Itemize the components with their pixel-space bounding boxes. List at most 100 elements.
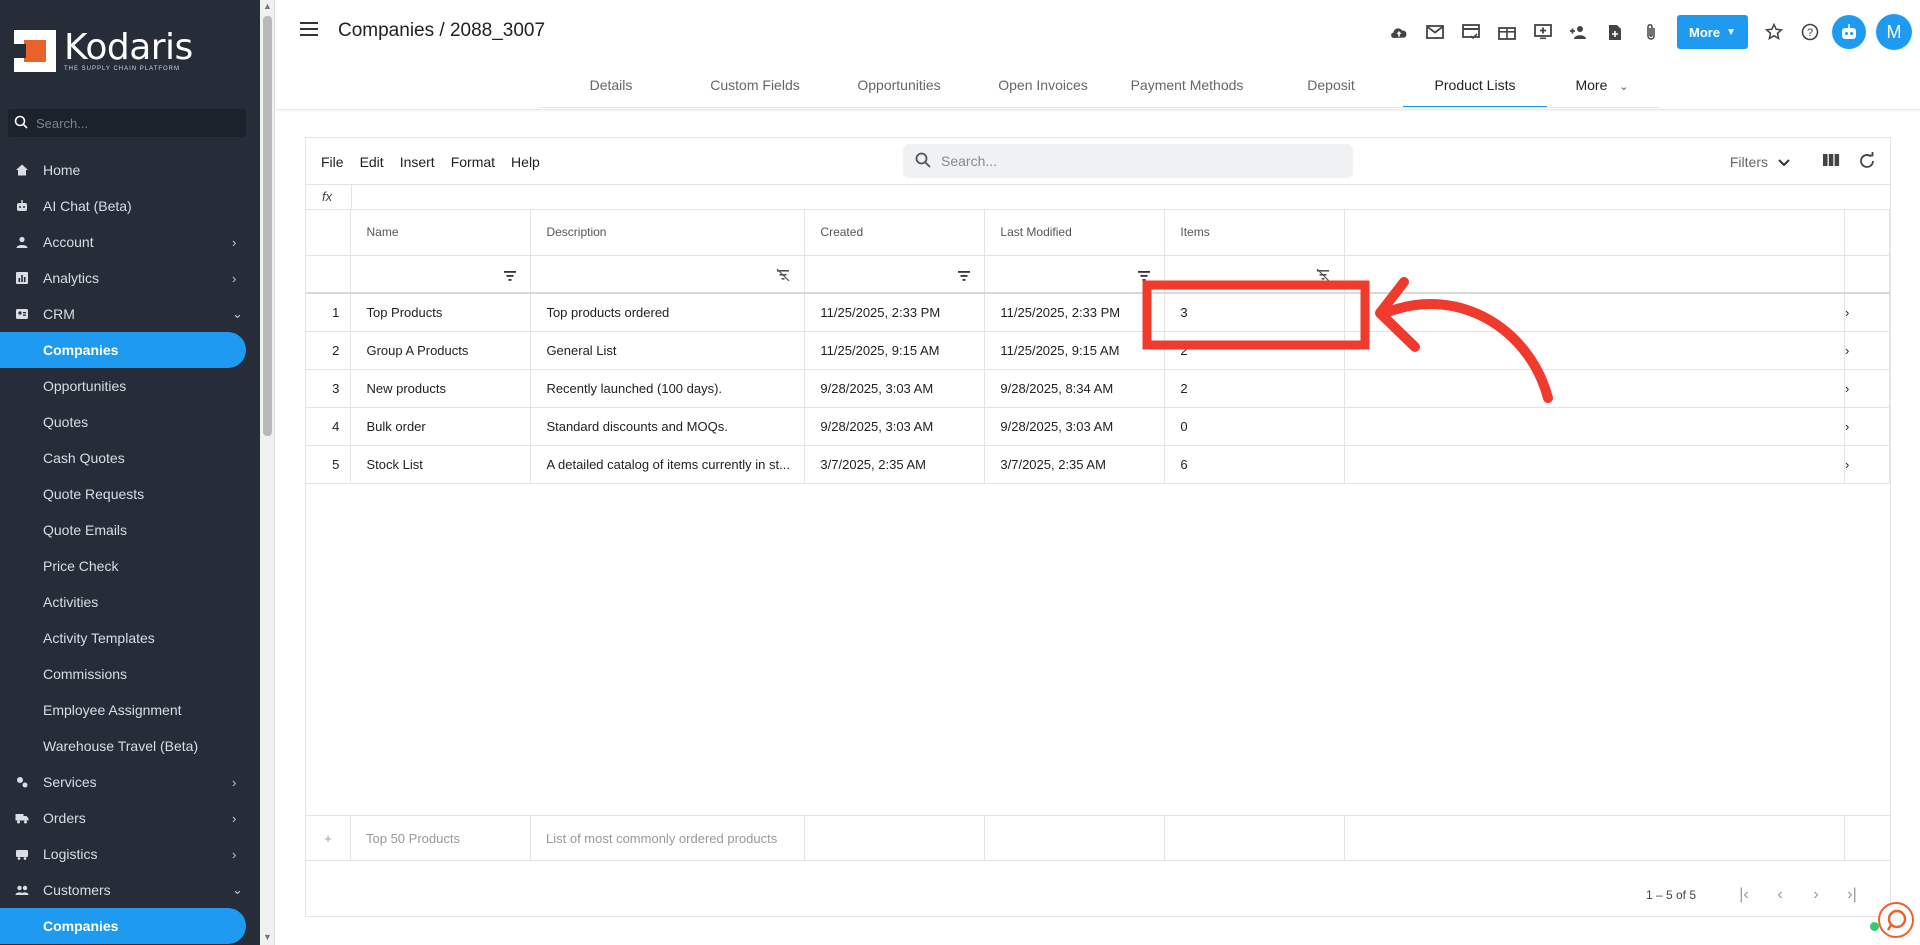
sidebar-item-customers-companies[interactable]: Companies	[0, 908, 246, 944]
table-row[interactable]: 1 Top Products Top products ordered 11/2…	[306, 293, 1891, 332]
filter-icon[interactable]	[504, 268, 517, 284]
payment-card-icon[interactable]	[1453, 14, 1489, 50]
tab-custom-fields[interactable]: Custom Fields	[683, 66, 827, 108]
cell-description[interactable]: Standard discounts and MOQs.	[530, 407, 806, 446]
previous-page-icon[interactable]: ‹	[1762, 886, 1798, 904]
first-page-icon[interactable]: |‹	[1726, 886, 1762, 904]
cell-description[interactable]: Recently launched (100 days).	[530, 369, 806, 408]
filter-icon[interactable]	[1138, 268, 1151, 284]
open-row-chevron-icon[interactable]: ›	[1844, 445, 1891, 484]
cell-items[interactable]: 2	[1164, 331, 1346, 370]
sidebar-item-quotes[interactable]: Quotes	[0, 404, 260, 440]
last-modified-filter[interactable]	[984, 255, 1166, 294]
new-row-items-input[interactable]	[1165, 816, 1345, 861]
sidebar-item-commissions[interactable]: Commissions	[0, 656, 260, 692]
filter-off-icon[interactable]	[1316, 268, 1330, 284]
name-filter[interactable]	[350, 255, 532, 294]
cell-name[interactable]: Group A Products	[350, 331, 532, 370]
filter-off-icon[interactable]	[776, 268, 790, 284]
column-header-last-modified[interactable]: Last Modified	[984, 210, 1166, 256]
cell-name[interactable]: Stock List	[350, 445, 532, 484]
grid-search-input[interactable]: Search...	[941, 153, 997, 169]
hamburger-menu-icon[interactable]	[300, 22, 318, 36]
sidebar-item-opportunities[interactable]: Opportunities	[0, 368, 260, 404]
ai-assistant-icon[interactable]	[1832, 15, 1866, 49]
refresh-icon[interactable]	[1858, 152, 1876, 173]
next-page-icon[interactable]: ›	[1798, 886, 1834, 904]
cell-last-modified[interactable]: 9/28/2025, 8:34 AM	[984, 369, 1166, 408]
menu-edit[interactable]: Edit	[360, 154, 384, 170]
add-person-icon[interactable]	[1561, 14, 1597, 50]
table-row[interactable]: 5 Stock List A detailed catalog of items…	[306, 445, 1891, 484]
sidebar-item-logistics[interactable]: Logistics ›	[0, 836, 260, 872]
cloud-upload-icon[interactable]	[1381, 14, 1417, 50]
last-page-icon[interactable]: ›|	[1834, 886, 1870, 904]
open-row-chevron-icon[interactable]: ›	[1844, 407, 1891, 446]
sidebar-search-input[interactable]: Search...	[36, 116, 88, 131]
column-header-items[interactable]: Items	[1164, 210, 1346, 256]
grid-search[interactable]: Search...	[903, 144, 1353, 178]
table-row[interactable]: 3 New products Recently launched (100 da…	[306, 369, 1891, 408]
gift-card-icon[interactable]	[1489, 14, 1525, 50]
formula-bar[interactable]: fx	[306, 185, 1890, 210]
sidebar-item-services[interactable]: Services ›	[0, 764, 260, 800]
cell-items[interactable]: 0	[1164, 407, 1346, 446]
cell-last-modified[interactable]: 9/28/2025, 3:03 AM	[984, 407, 1166, 446]
mail-icon[interactable]	[1417, 14, 1453, 50]
sidebar-item-analytics[interactable]: Analytics ›	[0, 260, 260, 296]
cell-name[interactable]: New products	[350, 369, 532, 408]
sidebar-item-quote-emails[interactable]: Quote Emails	[0, 512, 260, 548]
cell-description[interactable]: Top products ordered	[530, 293, 806, 332]
cell-items[interactable]: 3	[1164, 293, 1346, 332]
sidebar-item-crm[interactable]: CRM ⌄	[0, 296, 260, 332]
sidebar-item-warehouse-travel[interactable]: Warehouse Travel (Beta)	[0, 728, 260, 764]
menu-help[interactable]: Help	[511, 154, 540, 170]
kodaris-logo[interactable]: Kodaris THE SUPPLY CHAIN PLATFORM	[14, 29, 193, 72]
items-filter[interactable]	[1164, 255, 1346, 294]
column-header-created[interactable]: Created	[804, 210, 986, 256]
sidebar-item-home[interactable]: Home	[0, 152, 260, 188]
open-row-chevron-icon[interactable]: ›	[1844, 293, 1891, 332]
add-to-screen-icon[interactable]	[1525, 14, 1561, 50]
cell-created[interactable]: 3/7/2025, 2:35 AM	[804, 445, 986, 484]
cell-created[interactable]: 9/28/2025, 3:03 AM	[804, 369, 986, 408]
cell-name[interactable]: Top Products	[350, 293, 532, 332]
menu-insert[interactable]: Insert	[400, 154, 435, 170]
cell-items[interactable]: 6	[1164, 445, 1346, 484]
sidebar-item-customers[interactable]: Customers ⌄	[0, 872, 260, 908]
help-icon[interactable]: ?	[1792, 14, 1828, 50]
tab-details[interactable]: Details	[539, 66, 683, 108]
tabs-more-dropdown[interactable]: More ⌄	[1547, 66, 1657, 108]
table-row[interactable]: 4 Bulk order Standard discounts and MOQs…	[306, 407, 1891, 446]
column-header-name[interactable]: Name	[350, 210, 532, 256]
cell-created[interactable]: 9/28/2025, 3:03 AM	[804, 407, 986, 446]
more-button[interactable]: More ▼	[1677, 15, 1748, 49]
cell-last-modified[interactable]: 11/25/2025, 2:33 PM	[984, 293, 1166, 332]
support-chat-icon[interactable]	[1878, 902, 1914, 938]
cell-created[interactable]: 11/25/2025, 9:15 AM	[804, 331, 986, 370]
new-row-created-input[interactable]	[805, 816, 985, 861]
created-filter[interactable]	[804, 255, 986, 294]
scroll-down-arrow-icon[interactable]: ▼	[263, 932, 272, 942]
scroll-up-arrow-icon[interactable]: ▲	[263, 1, 272, 11]
star-icon[interactable]	[1756, 14, 1792, 50]
column-header-description[interactable]: Description	[530, 210, 806, 256]
sidebar-item-activities[interactable]: Activities	[0, 584, 260, 620]
tab-opportunities[interactable]: Opportunities	[827, 66, 971, 108]
sidebar-item-orders[interactable]: Orders ›	[0, 800, 260, 836]
open-row-chevron-icon[interactable]: ›	[1844, 369, 1891, 408]
new-document-icon[interactable]	[1597, 14, 1633, 50]
new-row-modified-input[interactable]	[985, 816, 1165, 861]
cell-items[interactable]: 2	[1164, 369, 1346, 408]
sidebar-scrollbar[interactable]: ▲ ▼	[260, 0, 275, 945]
tab-product-lists[interactable]: Product Lists	[1403, 66, 1547, 108]
menu-format[interactable]: Format	[451, 154, 495, 170]
tab-payment-methods[interactable]: Payment Methods	[1115, 66, 1259, 108]
sidebar-item-account[interactable]: Account ›	[0, 224, 260, 260]
new-row-description-input[interactable]: List of most commonly ordered products	[531, 816, 805, 861]
menu-file[interactable]: File	[321, 154, 344, 170]
cell-description[interactable]: General List	[530, 331, 806, 370]
tab-deposit[interactable]: Deposit	[1259, 66, 1403, 108]
sidebar-search[interactable]: Search...	[8, 109, 246, 137]
sidebar-item-quote-requests[interactable]: Quote Requests	[0, 476, 260, 512]
